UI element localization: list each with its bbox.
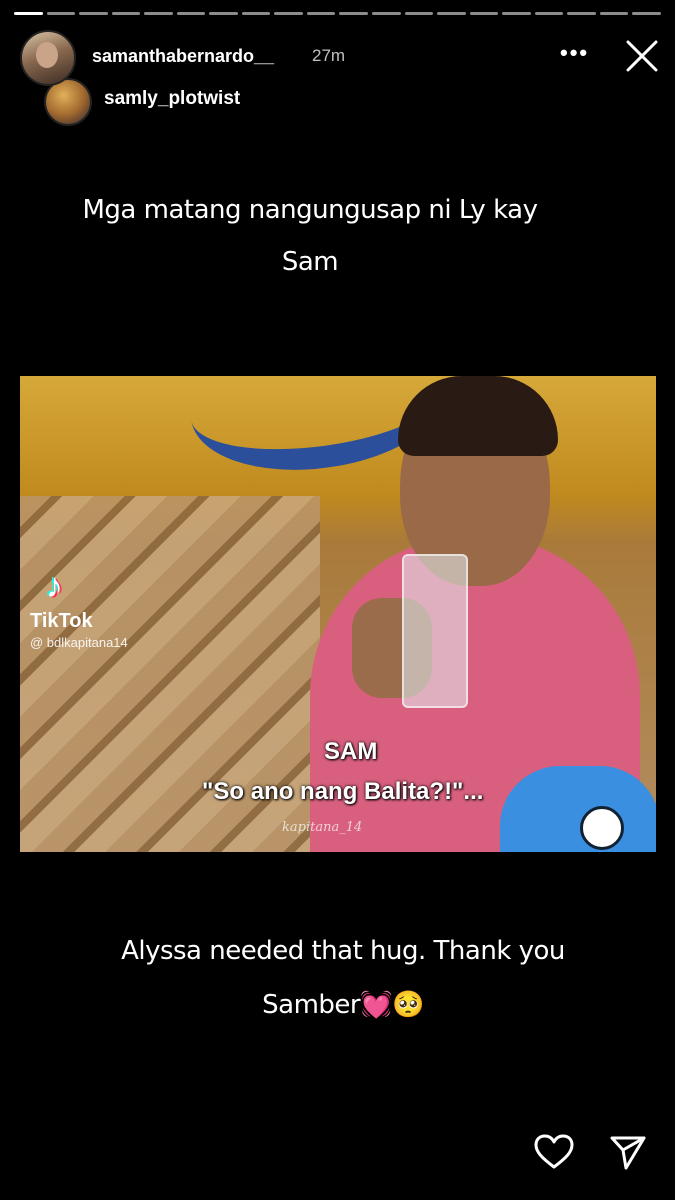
send-icon[interactable] bbox=[608, 1132, 648, 1172]
mascot-sticker bbox=[500, 766, 656, 852]
story-timestamp: 27m bbox=[312, 46, 346, 65]
progress-segment bbox=[79, 12, 108, 15]
progress-segment bbox=[404, 12, 434, 15]
story-username[interactable]: samanthabernardo__ bbox=[92, 46, 274, 67]
story-header: samanthabernardo__ 27m ••• bbox=[0, 28, 675, 86]
progress-segment bbox=[209, 12, 238, 15]
progress-segment bbox=[144, 12, 173, 15]
tiktok-watermark: ♪ TikTok @ bdlkapitana14 bbox=[30, 566, 180, 650]
caption-bottom: Alyssa needed that hug. Thank you Samber… bbox=[121, 936, 565, 1020]
subtitle-speaker: SAM bbox=[324, 738, 378, 765]
progress-segment bbox=[469, 12, 499, 15]
video-frame[interactable]: ♪ TikTok @ bdlkapitana14 SAM "So ano nan… bbox=[20, 376, 656, 852]
progress-segment bbox=[437, 12, 466, 15]
close-icon[interactable] bbox=[622, 36, 662, 76]
tiktok-handle: @ bdlkapitana14 bbox=[30, 635, 128, 650]
progress-segment bbox=[534, 12, 564, 15]
more-options-button[interactable]: ••• bbox=[560, 40, 589, 66]
avatar[interactable] bbox=[20, 30, 76, 86]
progress-segment bbox=[46, 12, 76, 15]
story-content[interactable]: samly_plotwist Mga matang nangungusap ni… bbox=[20, 72, 656, 1178]
progress-segment bbox=[306, 12, 336, 15]
progress-segment bbox=[339, 12, 369, 15]
caption-top: Mga matang nangungusap ni Ly kay Sam bbox=[82, 195, 538, 277]
progress-segment bbox=[274, 12, 303, 15]
progress-segment bbox=[14, 12, 43, 15]
progress-segment bbox=[632, 12, 661, 15]
heart-icon[interactable] bbox=[534, 1134, 574, 1170]
video-watermark: kapitana_14 bbox=[282, 820, 363, 835]
tiktok-label: TikTok bbox=[30, 610, 93, 632]
progress-segment bbox=[599, 12, 629, 15]
progress-segment bbox=[502, 12, 531, 15]
story-progress-bar bbox=[14, 12, 661, 15]
progress-segment bbox=[111, 12, 141, 15]
reshared-username[interactable]: samly_plotwist bbox=[104, 88, 240, 110]
mascot-eye bbox=[580, 806, 624, 850]
subtitle-text: "So ano nang Balita?!"... bbox=[202, 778, 484, 805]
progress-segment bbox=[567, 12, 596, 15]
progress-segment bbox=[241, 12, 271, 15]
tiktok-icon: ♪ bbox=[46, 567, 63, 605]
water-glass bbox=[402, 554, 468, 708]
progress-segment bbox=[176, 12, 206, 15]
progress-segment bbox=[372, 12, 401, 15]
